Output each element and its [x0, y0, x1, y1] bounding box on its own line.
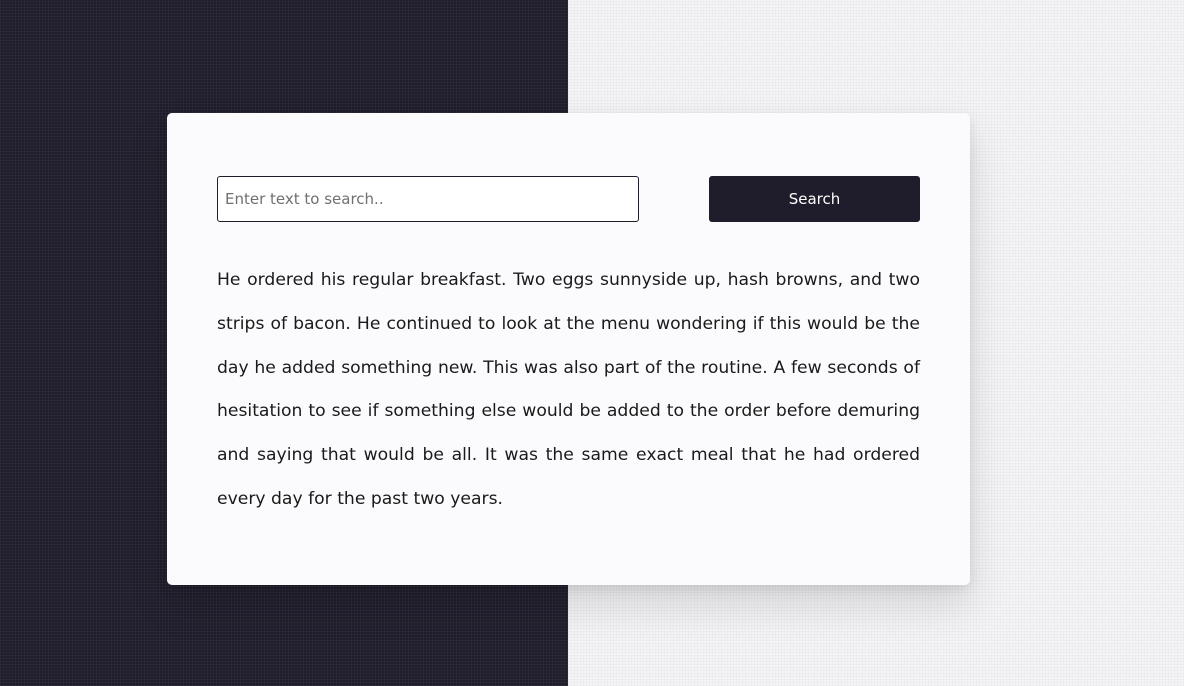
search-input[interactable]: [217, 176, 639, 222]
search-button[interactable]: Search: [709, 176, 920, 222]
content-paragraph: He ordered his regular breakfast. Two eg…: [217, 270, 920, 509]
search-card: Search He ordered his regular breakfast.…: [167, 113, 970, 585]
